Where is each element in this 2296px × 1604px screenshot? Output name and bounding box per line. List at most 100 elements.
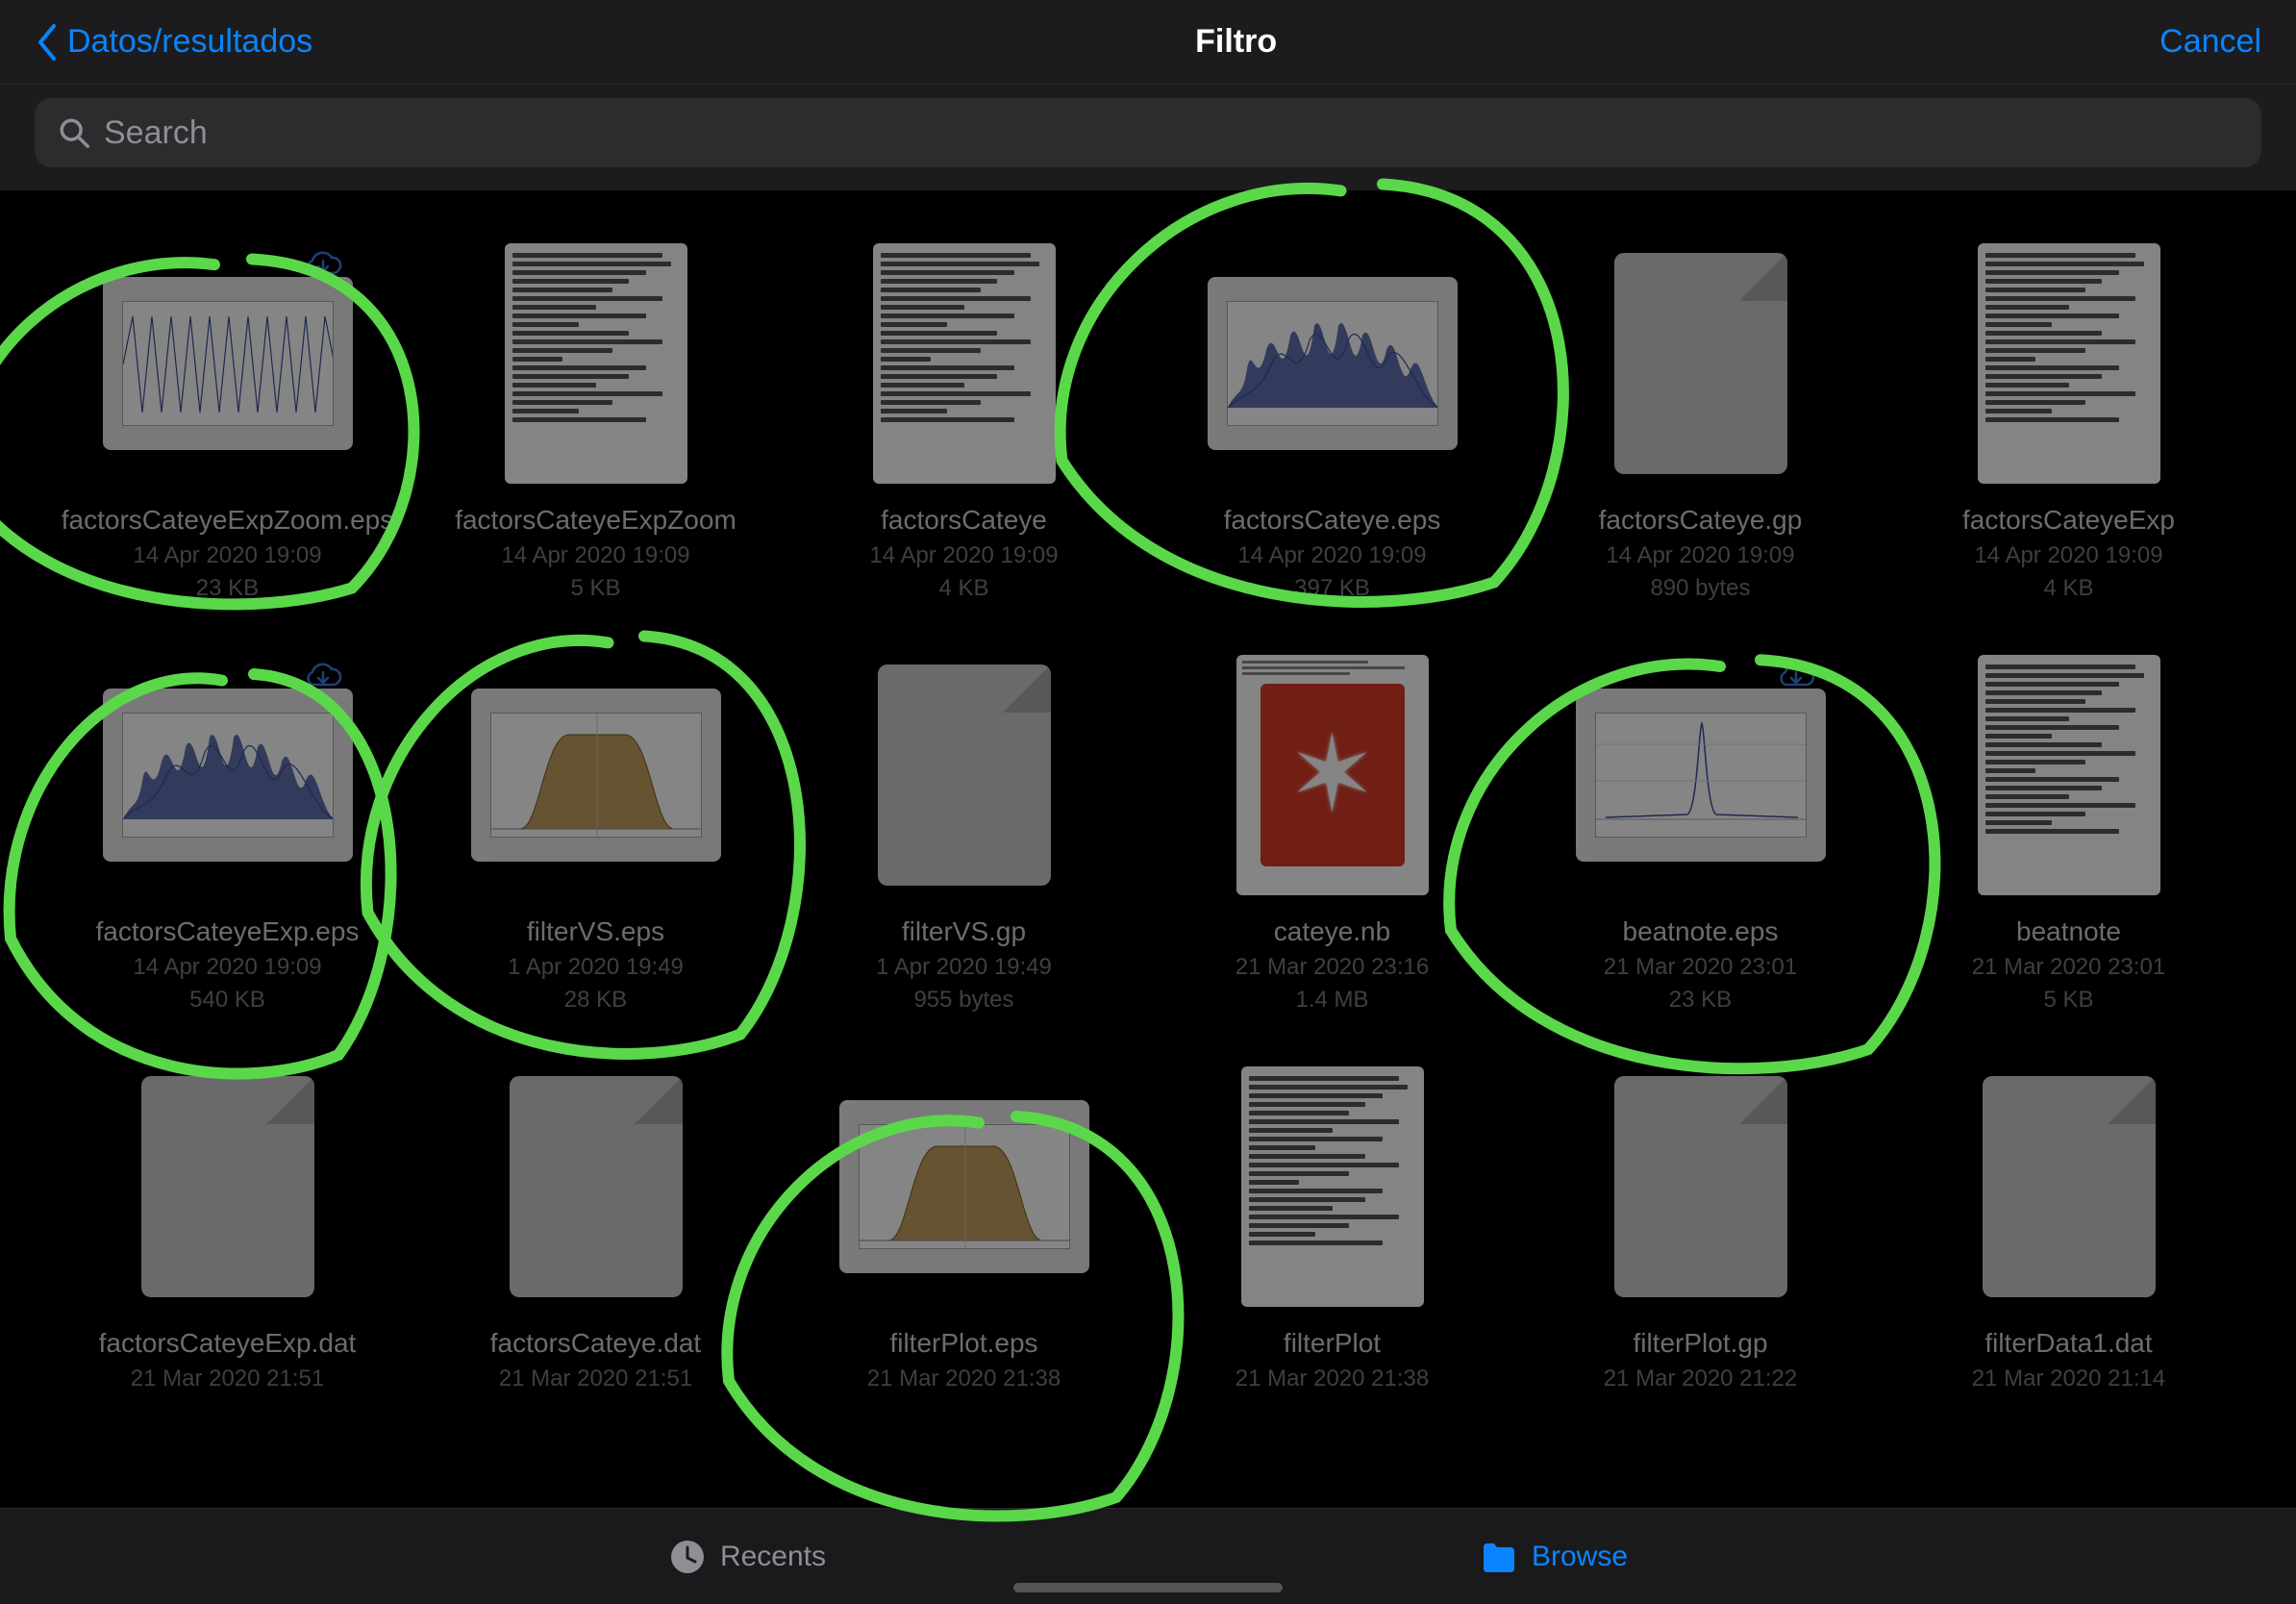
- file-date: 14 Apr 2020 19:09: [501, 542, 689, 569]
- file-item[interactable]: filterPlot.gp 21 Mar 2020 21:22: [1537, 1062, 1864, 1398]
- tab-browse-label: Browse: [1532, 1541, 1628, 1573]
- back-button[interactable]: Datos/resultados: [35, 23, 312, 61]
- file-date: 21 Mar 2020 21:38: [867, 1366, 1061, 1392]
- file-name: beatnote.eps: [1623, 915, 1779, 948]
- file-name: factorsCateyeExpZoom: [455, 504, 736, 537]
- file-thumbnail: [1576, 650, 1826, 900]
- cloud-download-icon: [303, 660, 343, 690]
- file-item[interactable]: filterData1.dat 21 Mar 2020 21:14: [1906, 1062, 2233, 1398]
- file-thumbnail: [471, 238, 721, 489]
- file-thumbnail: [839, 1062, 1089, 1312]
- file-thumbnail: [471, 650, 721, 900]
- home-indicator[interactable]: [1013, 1583, 1283, 1592]
- cloud-download-icon: [1776, 660, 1816, 690]
- file-size: 4 KB: [938, 575, 988, 602]
- file-thumbnail: [839, 650, 1089, 900]
- file-date: 21 Mar 2020 21:14: [1972, 1366, 2165, 1392]
- file-name: factorsCateyeExp.dat: [99, 1327, 357, 1360]
- file-thumbnail: [471, 1062, 721, 1312]
- file-date: 21 Mar 2020 21:38: [1235, 1366, 1429, 1392]
- file-item[interactable]: factorsCateyeExp.dat 21 Mar 2020 21:51: [64, 1062, 391, 1398]
- file-item[interactable]: filterVS.gp 1 Apr 2020 19:49 955 bytes: [801, 650, 1128, 1014]
- file-date: 14 Apr 2020 19:09: [1606, 542, 1794, 569]
- file-item[interactable]: filterPlot 21 Mar 2020 21:38: [1169, 1062, 1496, 1398]
- file-thumbnail: [103, 1062, 353, 1312]
- tab-recents[interactable]: Recents: [668, 1538, 826, 1576]
- clock-icon: [668, 1538, 707, 1576]
- tab-browse[interactable]: Browse: [1480, 1538, 1628, 1576]
- file-item[interactable]: factorsCateyeExp 14 Apr 2020 19:09 4 KB: [1906, 238, 2233, 602]
- file-item[interactable]: factorsCateyeExpZoom14 Apr 2020 19:095 K…: [433, 238, 760, 602]
- search-row: [0, 85, 2296, 190]
- file-size: 955 bytes: [913, 987, 1013, 1014]
- file-grid: factorsCateyeExpZoom.eps 14 Apr 2020 19:0…: [0, 190, 2296, 1552]
- file-date: 14 Apr 2020 19:09: [1974, 542, 2162, 569]
- file-date: 21 Mar 2020 23:01: [1972, 954, 2165, 981]
- cancel-button[interactable]: Cancel: [2159, 23, 2261, 61]
- file-thumbnail: ✶: [1208, 650, 1458, 900]
- file-name: beatnote: [2016, 915, 2121, 948]
- search-field[interactable]: [35, 98, 2261, 167]
- file-name: factorsCateyeExp: [1962, 504, 2175, 537]
- file-size: 890 bytes: [1650, 575, 1750, 602]
- search-icon: [58, 116, 90, 149]
- file-item[interactable]: factorsCateyeExp.eps14 Apr 2020 19:09540…: [64, 650, 391, 1014]
- file-date: 14 Apr 2020 19:09: [869, 542, 1058, 569]
- file-size: 4 KB: [2043, 575, 2093, 602]
- back-label: Datos/resultados: [67, 23, 312, 61]
- file-item[interactable]: factorsCateye.gp 14 Apr 2020 19:09 890 byt…: [1537, 238, 1864, 602]
- file-thumbnail: [1944, 238, 2194, 489]
- file-date: 14 Apr 2020 19:09: [133, 954, 321, 981]
- file-item[interactable]: beatnote 21 Mar 2020 23:01 5 KB: [1906, 650, 2233, 1014]
- file-size: 28 KB: [564, 987, 627, 1014]
- file-item[interactable]: beatnote.eps 21 Mar 2020 23:01 23 KB: [1537, 650, 1864, 1014]
- file-name: factorsCateye.eps: [1224, 504, 1441, 537]
- file-name: filterVS.gp: [902, 915, 1026, 948]
- file-size: 23 KB: [1669, 987, 1732, 1014]
- file-item[interactable]: filterPlot.eps 21 Mar 2020 21:38: [801, 1062, 1128, 1398]
- file-name: filterPlot: [1284, 1327, 1381, 1360]
- file-date: 1 Apr 2020 19:49: [508, 954, 684, 981]
- file-thumbnail: [103, 238, 353, 489]
- file-item[interactable]: factorsCateye.dat 21 Mar 2020 21:51: [433, 1062, 760, 1398]
- file-name: cateye.nb: [1274, 915, 1390, 948]
- file-date: 21 Mar 2020 21:51: [131, 1366, 324, 1392]
- chevron-left-icon: [35, 24, 58, 61]
- file-date: 1 Apr 2020 19:49: [876, 954, 1052, 981]
- file-item[interactable]: factorsCateye.eps 14 Apr 2020 19:09 397 KB: [1169, 238, 1496, 602]
- file-thumbnail: [1944, 1062, 2194, 1312]
- file-size: 5 KB: [2043, 987, 2093, 1014]
- file-item[interactable]: factorsCateye 14 Apr 2020 19:09 4 KB: [801, 238, 1128, 602]
- file-name: factorsCateye: [881, 504, 1047, 537]
- file-thumbnail: [1208, 1062, 1458, 1312]
- page-title: Filtro: [1195, 23, 1277, 61]
- search-input[interactable]: [104, 114, 2238, 152]
- file-thumbnail: [1944, 650, 2194, 900]
- file-name: filterData1.dat: [1984, 1327, 2152, 1360]
- file-date: 21 Mar 2020 21:22: [1604, 1366, 1797, 1392]
- file-size: 397 KB: [1294, 575, 1370, 602]
- file-thumbnail: [1208, 238, 1458, 489]
- file-name: factorsCateyeExpZoom.eps: [62, 504, 394, 537]
- file-date: 21 Mar 2020 23:01: [1604, 954, 1797, 981]
- file-date: 21 Mar 2020 23:16: [1235, 954, 1429, 981]
- file-item[interactable]: ✶ cateye.nb 21 Mar 2020 23:16 1.4 MB: [1169, 650, 1496, 1014]
- file-name: filterPlot.gp: [1633, 1327, 1767, 1360]
- file-name: factorsCateye.dat: [490, 1327, 701, 1360]
- file-date: 14 Apr 2020 19:09: [1237, 542, 1426, 569]
- file-date: 21 Mar 2020 21:51: [499, 1366, 692, 1392]
- cloud-download-icon: [303, 248, 343, 279]
- file-thumbnail: [839, 238, 1089, 489]
- file-thumbnail: [1576, 238, 1826, 489]
- file-thumbnail: [103, 650, 353, 900]
- file-size: 540 KB: [189, 987, 265, 1014]
- file-size: 23 KB: [196, 575, 259, 602]
- file-item[interactable]: factorsCateyeExpZoom.eps14 Apr 2020 19:0…: [64, 238, 391, 602]
- file-name: filterPlot.eps: [889, 1327, 1037, 1360]
- tab-recents-label: Recents: [720, 1541, 826, 1573]
- file-name: filterVS.eps: [527, 915, 664, 948]
- file-name: factorsCateye.gp: [1599, 504, 1803, 537]
- file-size: 1.4 MB: [1295, 987, 1368, 1014]
- file-thumbnail: [1576, 1062, 1826, 1312]
- file-item[interactable]: filterVS.eps 1 Apr 2020 19:49 28 KB: [433, 650, 760, 1014]
